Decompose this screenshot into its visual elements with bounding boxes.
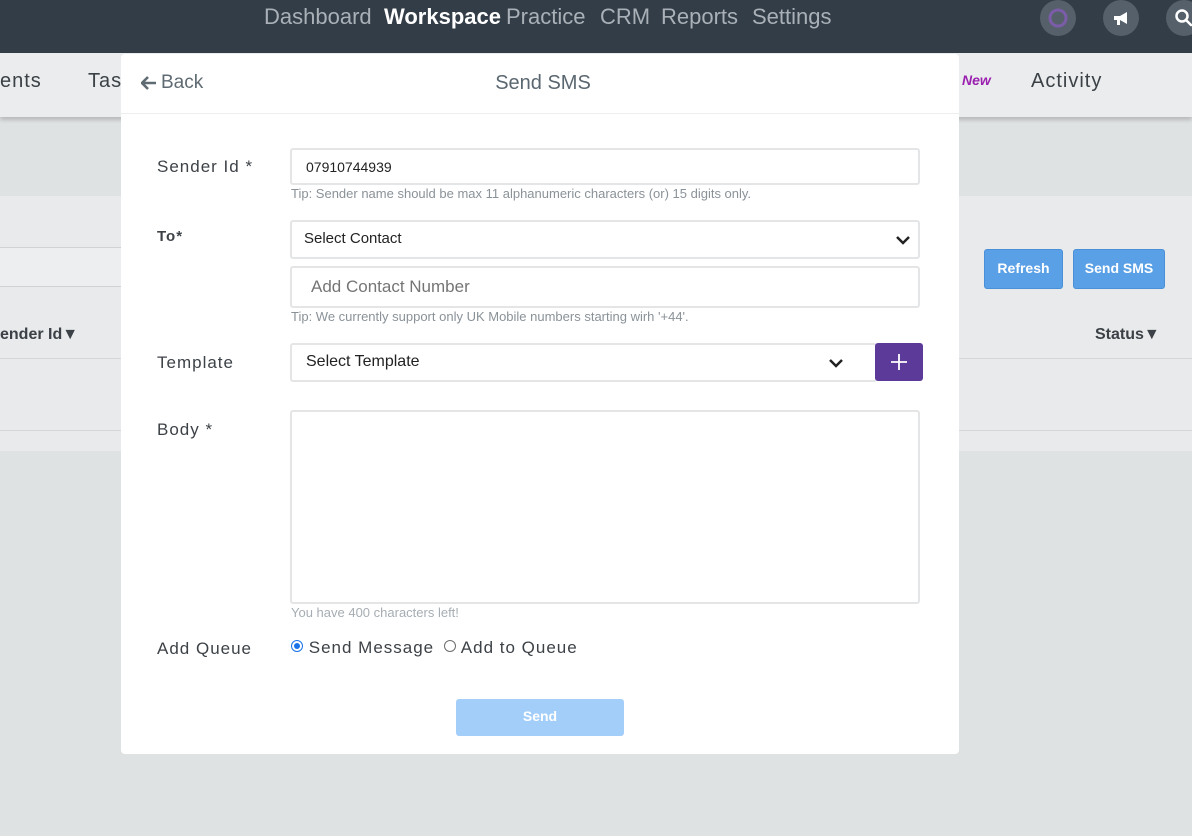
column-header-sender-id[interactable]: ender Id▼ bbox=[0, 326, 78, 344]
send-button[interactable]: Send bbox=[456, 699, 624, 736]
nav-dashboard[interactable]: Dashboard bbox=[264, 4, 372, 30]
modal-title: Send SMS bbox=[495, 72, 591, 94]
refresh-button[interactable]: Refresh bbox=[984, 249, 1063, 289]
add-queue-label: Add Queue bbox=[157, 639, 253, 658]
send-sms-modal: Back Send SMS Sender Id * Tip: Sender na… bbox=[121, 54, 959, 754]
sender-id-tip: Tip: Sender name should be max 11 alphan… bbox=[291, 186, 752, 201]
template-select-value: Select Template bbox=[306, 353, 420, 370]
radio-send-message-label: Send Message bbox=[308, 638, 435, 657]
announcement-button[interactable] bbox=[1103, 0, 1139, 36]
radio-unchecked-icon[interactable] bbox=[444, 640, 456, 652]
sender-id-label: Sender Id * bbox=[157, 157, 254, 176]
new-badge: New bbox=[962, 72, 991, 88]
modal-header: Back Send SMS bbox=[121, 54, 959, 114]
body-field-wrap bbox=[290, 410, 920, 604]
contact-number-field-wrap bbox=[290, 266, 920, 308]
subnav-item-tasks[interactable]: Tas bbox=[88, 70, 122, 93]
search-button[interactable] bbox=[1166, 0, 1192, 36]
body-textarea[interactable] bbox=[292, 412, 918, 602]
body-label: Body * bbox=[157, 420, 214, 439]
add-template-button[interactable] bbox=[875, 343, 923, 381]
contact-select-value: Select Contact bbox=[304, 230, 402, 247]
subnav-item-activity[interactable]: Activity bbox=[1031, 70, 1102, 93]
radio-add-to-queue-label: Add to Queue bbox=[460, 638, 578, 657]
search-icon bbox=[1175, 9, 1192, 27]
top-nav: Dashboard Workspace Practice CRM Reports… bbox=[0, 0, 1192, 53]
chevron-down-icon bbox=[829, 359, 843, 368]
column-header-status[interactable]: Status▼ bbox=[1095, 326, 1160, 344]
nav-workspace[interactable]: Workspace bbox=[384, 4, 501, 30]
contact-select[interactable]: Select Contact bbox=[290, 220, 920, 259]
contact-number-input[interactable] bbox=[292, 268, 918, 306]
sender-id-input[interactable] bbox=[292, 150, 918, 183]
send-sms-button[interactable]: Send SMS bbox=[1073, 249, 1165, 289]
megaphone-icon bbox=[1114, 12, 1127, 25]
to-label: To* bbox=[157, 228, 184, 245]
radio-checked-icon[interactable] bbox=[291, 640, 303, 652]
template-select[interactable]: Select Template bbox=[290, 343, 877, 382]
subnav-item-documents[interactable]: ents bbox=[0, 70, 42, 93]
background-search-input[interactable] bbox=[0, 247, 126, 287]
nav-crm[interactable]: CRM bbox=[600, 4, 650, 30]
radio-add-to-queue[interactable]: Add to Queue bbox=[444, 638, 578, 658]
template-label: Template bbox=[157, 353, 234, 372]
radio-send-message[interactable]: Send Message bbox=[291, 638, 434, 658]
brand-logo-icon bbox=[1048, 8, 1068, 28]
plus-icon bbox=[891, 354, 907, 370]
nav-practice[interactable]: Practice bbox=[506, 4, 585, 30]
nav-settings[interactable]: Settings bbox=[752, 4, 832, 30]
characters-left-text: You have 400 characters left! bbox=[291, 605, 459, 620]
chevron-down-icon bbox=[896, 236, 910, 245]
sender-id-field-wrap bbox=[290, 148, 920, 185]
nav-reports[interactable]: Reports bbox=[661, 4, 738, 30]
contact-number-tip: Tip: We currently support only UK Mobile… bbox=[291, 309, 689, 324]
brand-icon[interactable] bbox=[1040, 0, 1076, 36]
